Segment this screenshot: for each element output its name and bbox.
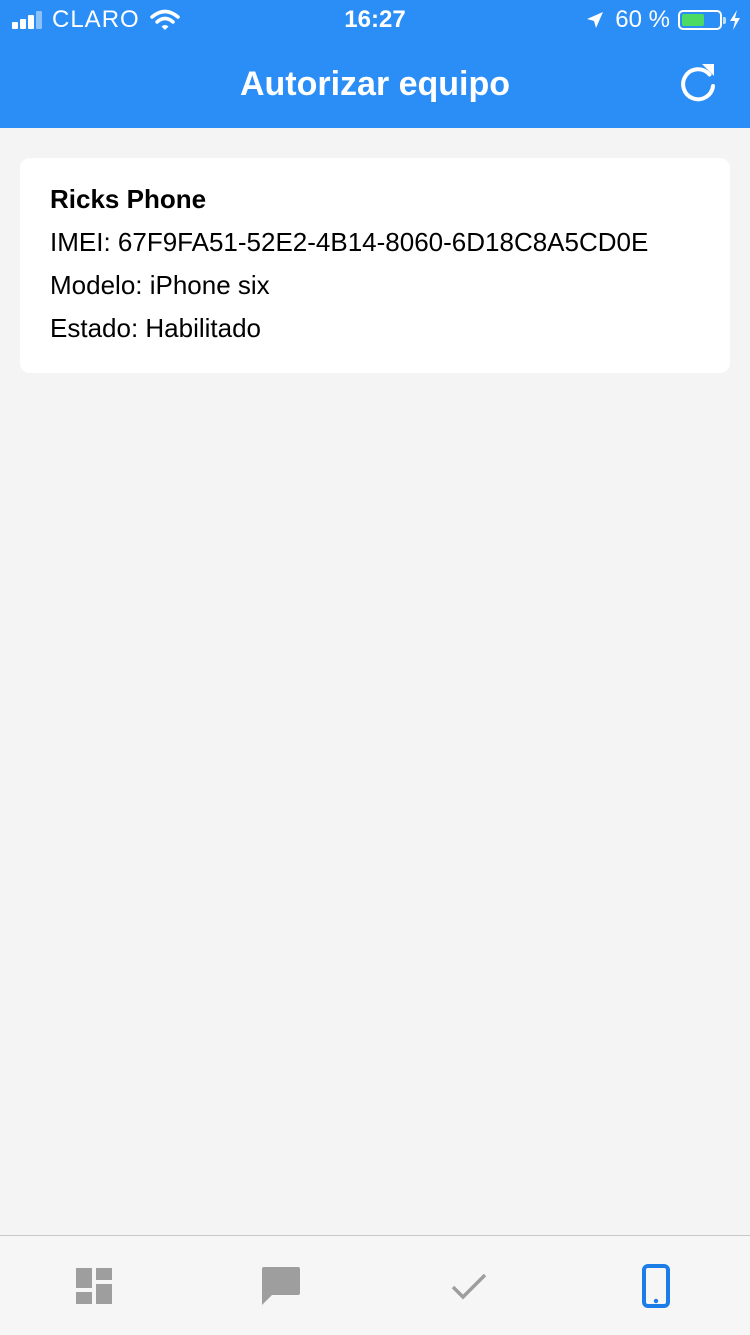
tab-dashboard[interactable] bbox=[0, 1236, 188, 1335]
checkmark-icon bbox=[450, 1270, 488, 1302]
status-right: 60 % bbox=[585, 6, 742, 34]
tab-messages[interactable] bbox=[188, 1236, 376, 1335]
device-imei: IMEI: 67F9FA51-52E2-4B14-8060-6D18C8A5CD… bbox=[50, 227, 700, 257]
device-model: Modelo: iPhone six bbox=[50, 270, 700, 300]
refresh-button[interactable] bbox=[674, 60, 722, 108]
battery-icon bbox=[678, 10, 722, 30]
tab-devices[interactable] bbox=[563, 1236, 750, 1335]
dashboard-icon bbox=[75, 1267, 113, 1305]
device-name: Ricks Phone bbox=[50, 184, 700, 214]
tab-bar bbox=[0, 1235, 750, 1335]
message-icon bbox=[260, 1265, 302, 1307]
battery-percent: 60 % bbox=[615, 6, 670, 34]
battery-tip bbox=[723, 17, 726, 24]
charging-icon bbox=[728, 9, 742, 31]
location-icon bbox=[585, 10, 605, 30]
device-status: Estado: Habilitado bbox=[50, 313, 700, 343]
header-bar: CLARO 16:27 60 % Autorizar equipo bbox=[0, 0, 750, 128]
tab-approvals[interactable] bbox=[375, 1236, 563, 1335]
page-title: Autorizar equipo bbox=[0, 64, 750, 104]
refresh-icon bbox=[674, 60, 722, 108]
battery-fill bbox=[682, 14, 704, 26]
status-bar: CLARO 16:27 60 % bbox=[0, 0, 750, 40]
device-card[interactable]: Ricks Phone IMEI: 67F9FA51-52E2-4B14-806… bbox=[20, 158, 730, 373]
phone-icon bbox=[642, 1264, 670, 1308]
